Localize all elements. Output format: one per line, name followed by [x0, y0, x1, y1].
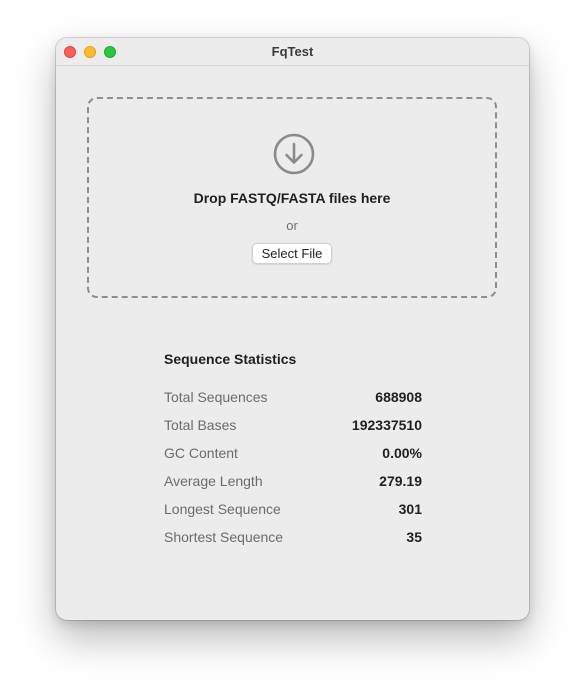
stat-value: 279.19	[379, 473, 422, 489]
stat-label: GC Content	[164, 445, 238, 461]
stat-label: Longest Sequence	[164, 501, 281, 517]
stat-value: 35	[406, 529, 422, 545]
stat-row-total-bases: Total Bases 192337510	[164, 416, 422, 444]
stat-row-total-sequences: Total Sequences 688908	[164, 388, 422, 416]
stat-row-shortest-sequence: Shortest Sequence 35	[164, 528, 422, 556]
stat-row-gc-content: GC Content 0.00%	[164, 444, 422, 472]
stat-label: Total Bases	[164, 417, 237, 433]
sequence-statistics-panel: Sequence Statistics Total Sequences 6889…	[164, 350, 422, 545]
stat-value: 301	[398, 501, 422, 517]
select-file-button[interactable]: Select File	[252, 243, 332, 264]
stat-label: Average Length	[164, 473, 263, 489]
stat-label: Total Sequences	[164, 389, 268, 405]
statistics-heading: Sequence Statistics	[164, 351, 297, 367]
stat-value: 688908	[375, 389, 422, 405]
or-separator: or	[286, 218, 298, 233]
statistics-list: Total Sequences 688908 Total Bases 19233…	[164, 388, 422, 556]
stat-value: 192337510	[351, 417, 422, 433]
title-bar[interactable]: FqTest	[56, 38, 529, 66]
app-window: FqTest Drop FASTQ/FASTA files here or Se…	[56, 38, 529, 620]
file-drop-zone[interactable]: Drop FASTQ/FASTA files here or Select Fi…	[87, 97, 497, 298]
stat-row-average-length: Average Length 279.19	[164, 472, 422, 500]
drop-prompt: Drop FASTQ/FASTA files here	[193, 190, 391, 206]
download-circle-icon	[273, 133, 315, 175]
stat-value: 0.00%	[382, 445, 422, 461]
stat-label: Shortest Sequence	[164, 529, 284, 545]
window-title: FqTest	[271, 44, 314, 59]
stat-row-longest-sequence: Longest Sequence 301	[164, 500, 422, 528]
